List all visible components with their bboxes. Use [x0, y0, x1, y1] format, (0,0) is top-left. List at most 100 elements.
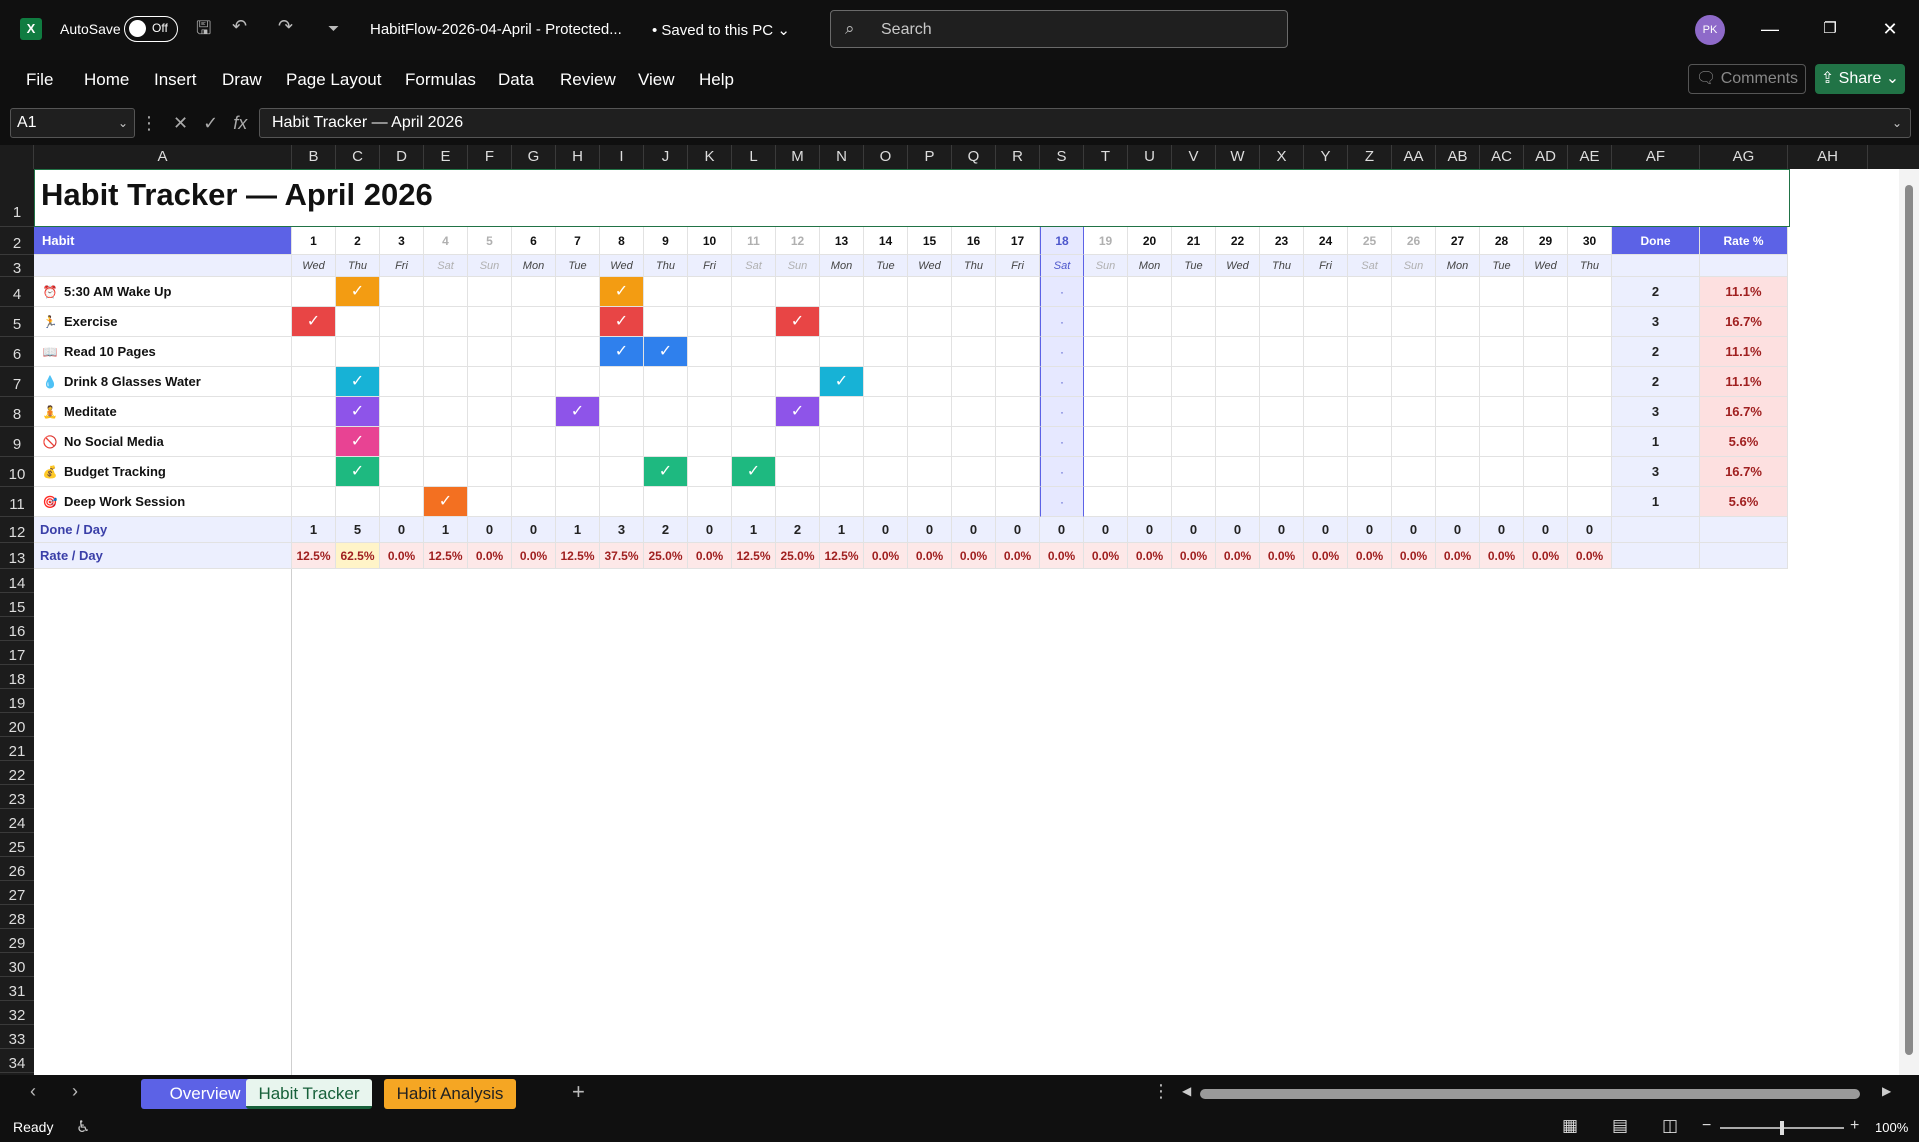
day-number[interactable]: 28 [1480, 227, 1524, 255]
habit-cell[interactable] [512, 427, 556, 457]
habit-cell[interactable] [1348, 427, 1392, 457]
column-header[interactable]: AA [1392, 145, 1436, 169]
habit-cell[interactable] [1524, 337, 1568, 367]
habit-cell[interactable] [732, 307, 776, 337]
day-number[interactable]: 29 [1524, 227, 1568, 255]
habit-cell[interactable] [468, 427, 512, 457]
column-header[interactable]: Z [1348, 145, 1392, 169]
habit-cell[interactable] [556, 427, 600, 457]
cell-area[interactable]: Habit Tracker — April 2026 Habit 1 2 3 4 5 6 7 8 9… [34, 169, 1919, 1075]
habit-done-count[interactable]: 2 [1612, 367, 1700, 397]
habit-cell[interactable] [1480, 277, 1524, 307]
habit-cell[interactable] [600, 457, 644, 487]
habit-cell[interactable] [1216, 337, 1260, 367]
select-all-corner[interactable] [0, 145, 34, 169]
habit-cell[interactable] [600, 487, 644, 517]
function-icon[interactable]: fx [233, 113, 247, 133]
column-header[interactable]: AF [1612, 145, 1700, 169]
restore-icon[interactable]: ❐ [1810, 14, 1850, 44]
habit-cell[interactable] [864, 277, 908, 307]
habit-cell[interactable] [1128, 337, 1172, 367]
habit-cell[interactable] [1568, 367, 1612, 397]
habit-cell[interactable] [1172, 307, 1216, 337]
day-number[interactable]: 23 [1260, 227, 1304, 255]
habit-name[interactable]: ⏰ 5:30 AM Wake Up [34, 277, 292, 307]
day-number[interactable]: 27 [1436, 227, 1480, 255]
day-number[interactable]: 7 [556, 227, 600, 255]
habit-cell[interactable] [952, 427, 996, 457]
habit-name[interactable]: 🚫 No Social Media [34, 427, 292, 457]
row-header[interactable]: 34 [0, 1049, 34, 1073]
habit-cell[interactable] [1480, 397, 1524, 427]
habit-name[interactable]: 🎯 Deep Work Session [34, 487, 292, 517]
habit-cell[interactable] [380, 427, 424, 457]
habit-cell[interactable] [1480, 457, 1524, 487]
weekday-label[interactable]: Thu [336, 255, 380, 277]
habit-cell[interactable] [1348, 277, 1392, 307]
habit-cell[interactable] [1128, 367, 1172, 397]
habit-cell[interactable] [952, 337, 996, 367]
habit-name[interactable]: 📖 Read 10 Pages [34, 337, 292, 367]
rate-per-day-value[interactable]: 0.0% [1348, 543, 1392, 569]
weekday-label[interactable]: Wed [600, 255, 644, 277]
habit-cell[interactable] [1392, 397, 1436, 427]
tab-habit-analysis[interactable]: Habit Analysis [384, 1079, 516, 1109]
rate-per-day-value[interactable]: 12.5% [292, 543, 336, 569]
habit-name[interactable]: 🧘 Meditate [34, 397, 292, 427]
habit-cell[interactable] [556, 367, 600, 397]
habit-cell[interactable] [1260, 337, 1304, 367]
row-header[interactable]: 28 [0, 905, 34, 929]
share-button[interactable]: ⇪ Share ⌄ [1815, 64, 1905, 94]
cell[interactable] [1700, 543, 1788, 569]
done-per-day-value[interactable]: 0 [908, 517, 952, 543]
habit-cell[interactable] [512, 307, 556, 337]
habit-cell[interactable] [1260, 277, 1304, 307]
weekday-label[interactable]: Sun [776, 255, 820, 277]
habit-cell[interactable] [1524, 397, 1568, 427]
weekday-label[interactable]: Sun [1392, 255, 1436, 277]
rate-per-day-value[interactable]: 62.5% [336, 543, 380, 569]
habit-cell[interactable] [1568, 487, 1612, 517]
habit-cell[interactable] [776, 367, 820, 397]
habit-check[interactable]: ✓ [336, 277, 380, 307]
habit-cell[interactable] [424, 427, 468, 457]
habit-cell[interactable] [556, 457, 600, 487]
done-per-day-value[interactable]: 0 [1480, 517, 1524, 543]
weekday-label[interactable]: Mon [1436, 255, 1480, 277]
habit-cell[interactable]: · [1040, 487, 1084, 517]
habit-cell[interactable]: · [1040, 337, 1084, 367]
habit-cell[interactable] [996, 487, 1040, 517]
day-number[interactable]: 12 [776, 227, 820, 255]
row-header[interactable]: 27 [0, 881, 34, 905]
habit-cell[interactable] [908, 427, 952, 457]
done-per-day-value[interactable]: 0 [1568, 517, 1612, 543]
column-header[interactable]: L [732, 145, 776, 169]
undo-icon[interactable]: ↶ [232, 16, 247, 37]
habit-cell[interactable] [468, 397, 512, 427]
menu-page-layout[interactable]: Page Layout [286, 70, 381, 90]
zoom-out-icon[interactable]: − [1702, 1117, 1711, 1135]
row-header[interactable]: 25 [0, 833, 34, 857]
page-title[interactable]: Habit Tracker — April 2026 [34, 169, 1790, 227]
day-number[interactable]: 14 [864, 227, 908, 255]
row-header[interactable]: 16 [0, 617, 34, 641]
formula-input[interactable]: Habit Tracker — April 2026 ⌄ [259, 108, 1911, 138]
habit-cell[interactable] [644, 397, 688, 427]
habit-cell[interactable] [776, 457, 820, 487]
habit-cell[interactable] [380, 307, 424, 337]
rate-per-day-value[interactable]: 0.0% [1040, 543, 1084, 569]
habit-cell[interactable] [688, 307, 732, 337]
row-header[interactable]: 26 [0, 857, 34, 881]
normal-view-icon[interactable]: ▦ [1562, 1116, 1578, 1136]
done-per-day-label[interactable]: Done / Day [34, 517, 292, 543]
next-sheet-icon[interactable]: › [72, 1081, 78, 1102]
habit-cell[interactable] [380, 457, 424, 487]
accessibility-icon[interactable]: ♿ [76, 1117, 90, 1137]
habit-cell[interactable] [1436, 307, 1480, 337]
habit-cell[interactable] [732, 367, 776, 397]
habit-check[interactable]: ✓ [820, 367, 864, 397]
done-header[interactable]: Done [1612, 227, 1700, 255]
habit-cell[interactable] [1436, 337, 1480, 367]
habit-cell[interactable] [952, 397, 996, 427]
habit-done-count[interactable]: 3 [1612, 457, 1700, 487]
